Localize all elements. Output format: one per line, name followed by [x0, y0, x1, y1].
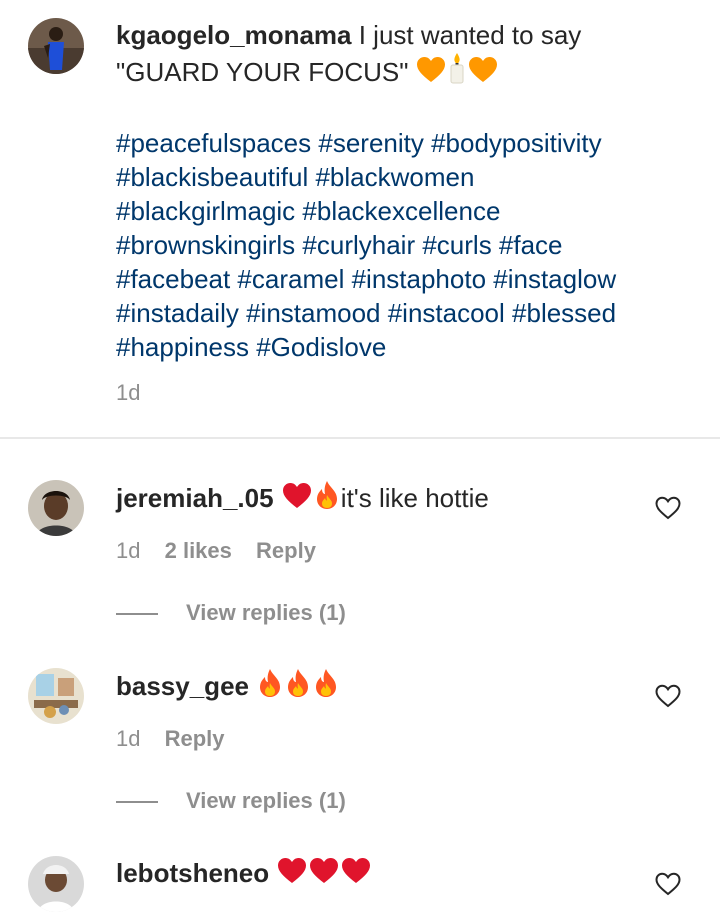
hashtag-line[interactable]: #blackgirlmagic #blackexcellence	[116, 194, 696, 228]
heart-outline-icon[interactable]	[655, 684, 681, 708]
divider	[0, 437, 720, 439]
caption: kgaogelo_monama I just wanted to say "GU…	[116, 18, 696, 364]
caption-username[interactable]: kgaogelo_monama	[116, 20, 352, 50]
orange-heart-icon	[468, 56, 498, 92]
hashtag-line[interactable]: #happiness #Godislove	[116, 330, 696, 364]
red-heart-icon	[308, 857, 340, 893]
caption-hashtags: #peacefulspaces #serenity #bodypositivit…	[116, 126, 696, 364]
red-heart-icon	[340, 857, 372, 893]
hashtag-line[interactable]: #instadaily #instamood #instacool #bless…	[116, 296, 696, 330]
fire-icon	[256, 668, 284, 706]
divider-dash	[116, 801, 158, 804]
caption-text-line2: "GUARD YOUR FOCUS"	[116, 57, 409, 87]
view-replies-link[interactable]: View replies (1)	[116, 788, 346, 814]
comment-timestamp: 1d	[116, 726, 141, 751]
fire-icon	[313, 480, 341, 518]
comment-likes-count[interactable]: 2 likes	[165, 538, 232, 563]
hashtag-line[interactable]: #facebeat #caramel #instaphoto #instaglo…	[116, 262, 696, 296]
hashtag-line[interactable]: #blackisbeautiful #blackwomen	[116, 160, 696, 194]
comment-avatar[interactable]	[28, 480, 84, 536]
caption-author-avatar[interactable]	[28, 18, 84, 74]
red-heart-icon	[281, 482, 313, 518]
comment-meta: 1d 2 likes Reply	[116, 538, 334, 564]
caption-text-line1: I just wanted to say	[351, 20, 582, 50]
fire-icon	[312, 668, 340, 706]
candle-icon	[446, 52, 468, 92]
comment-body: jeremiah_.05 it's like hottie	[116, 480, 489, 518]
view-replies-label: View replies (1)	[186, 788, 346, 813]
fire-icon	[284, 668, 312, 706]
comment-text: it's like hottie	[340, 483, 489, 513]
red-heart-icon	[276, 857, 308, 893]
comment-timestamp: 1d	[116, 538, 141, 563]
comment-meta: 1d Reply	[116, 726, 243, 752]
comment-body: lebotsheneo	[116, 856, 372, 893]
view-replies-label: View replies (1)	[186, 600, 346, 625]
hashtag-line[interactable]: #peacefulspaces #serenity #bodypositivit…	[116, 126, 696, 160]
hashtag-line[interactable]: #brownskingirls #curlyhair #curls #face	[116, 228, 696, 262]
comment-avatar[interactable]	[28, 668, 84, 724]
comment-username[interactable]: lebotsheneo	[116, 858, 269, 888]
reply-button[interactable]: Reply	[256, 538, 316, 563]
reply-button[interactable]: Reply	[165, 726, 225, 751]
caption-timestamp: 1d	[116, 380, 141, 405]
view-replies-link[interactable]: View replies (1)	[116, 600, 346, 626]
divider-dash	[116, 613, 158, 616]
comment-body: bassy_gee	[116, 668, 340, 706]
heart-outline-icon[interactable]	[655, 496, 681, 520]
heart-outline-icon[interactable]	[655, 872, 681, 896]
comment-avatar[interactable]	[28, 856, 84, 912]
comment-username[interactable]: bassy_gee	[116, 671, 249, 701]
orange-heart-icon	[416, 56, 446, 92]
comment-username[interactable]: jeremiah_.05	[116, 483, 274, 513]
